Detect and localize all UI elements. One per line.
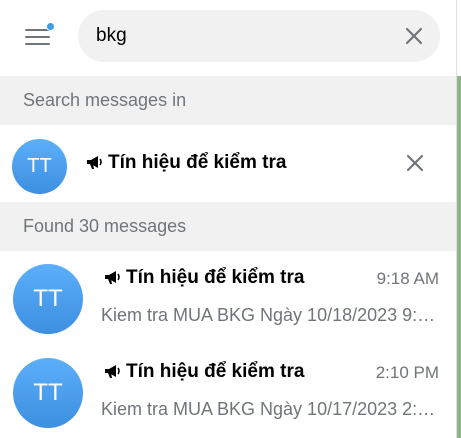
message-time: 9:18 AM bbox=[376, 269, 439, 288]
message-result-item[interactable]: TT Tín hiệu để kiểm tra 9:18 AM Kiem tra… bbox=[0, 251, 456, 341]
message-time: 2:10 PM bbox=[375, 363, 439, 382]
remove-chat-filter-button[interactable] bbox=[403, 151, 427, 175]
clear-search-button[interactable] bbox=[402, 24, 426, 48]
section-header-results-count: Found 30 messages bbox=[0, 202, 456, 251]
message-chat-title-text: Tín hiệu để kiểm tra bbox=[126, 361, 305, 382]
section-header-search-in: Search messages in bbox=[0, 76, 456, 125]
message-chat-title-text: Tín hiệu để kiểm tra bbox=[126, 267, 305, 288]
unread-indicator-dot bbox=[46, 22, 55, 31]
close-icon bbox=[406, 154, 424, 172]
megaphone-icon bbox=[87, 156, 102, 169]
message-snippet: Kiem tra MUA BKG Ngày 10/18/2023 9:18:00… bbox=[101, 305, 441, 325]
chat-title-text: Tín hiệu để kiểm tra bbox=[108, 152, 287, 173]
search-input[interactable] bbox=[96, 10, 396, 62]
message-chat-title: Tín hiệu để kiểm tra bbox=[104, 267, 304, 289]
message-result-item[interactable]: TT Tín hiệu để kiểm tra 2:10 PM Kiem tra… bbox=[0, 345, 456, 435]
close-icon bbox=[405, 27, 423, 45]
avatar: TT bbox=[12, 139, 67, 194]
search-box[interactable] bbox=[78, 10, 440, 62]
chat-title: Tín hiệu để kiểm tra bbox=[86, 152, 286, 174]
menu-button[interactable] bbox=[22, 22, 56, 50]
megaphone-icon bbox=[105, 365, 120, 378]
search-header bbox=[0, 0, 456, 76]
megaphone-icon bbox=[105, 271, 120, 284]
menu-icon-bar bbox=[25, 43, 50, 45]
search-scope-chat: TT Tín hiệu để kiểm tra bbox=[0, 125, 456, 202]
message-snippet: Kiem tra MUA BKG Ngày 10/17/2023 2:10:00… bbox=[101, 399, 441, 419]
message-chat-title: Tín hiệu để kiểm tra bbox=[104, 361, 304, 383]
menu-icon-bar bbox=[25, 36, 50, 38]
neighbor-panel-edge bbox=[457, 76, 461, 438]
avatar: TT bbox=[13, 358, 83, 428]
avatar: TT bbox=[13, 264, 83, 334]
